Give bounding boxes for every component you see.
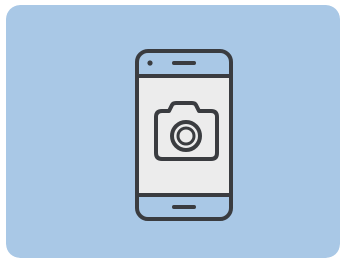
canvas	[0, 0, 340, 266]
smartphone-camera-icon	[6, 5, 340, 258]
front-camera-dot-icon	[147, 60, 153, 66]
icon-tile	[6, 5, 340, 258]
